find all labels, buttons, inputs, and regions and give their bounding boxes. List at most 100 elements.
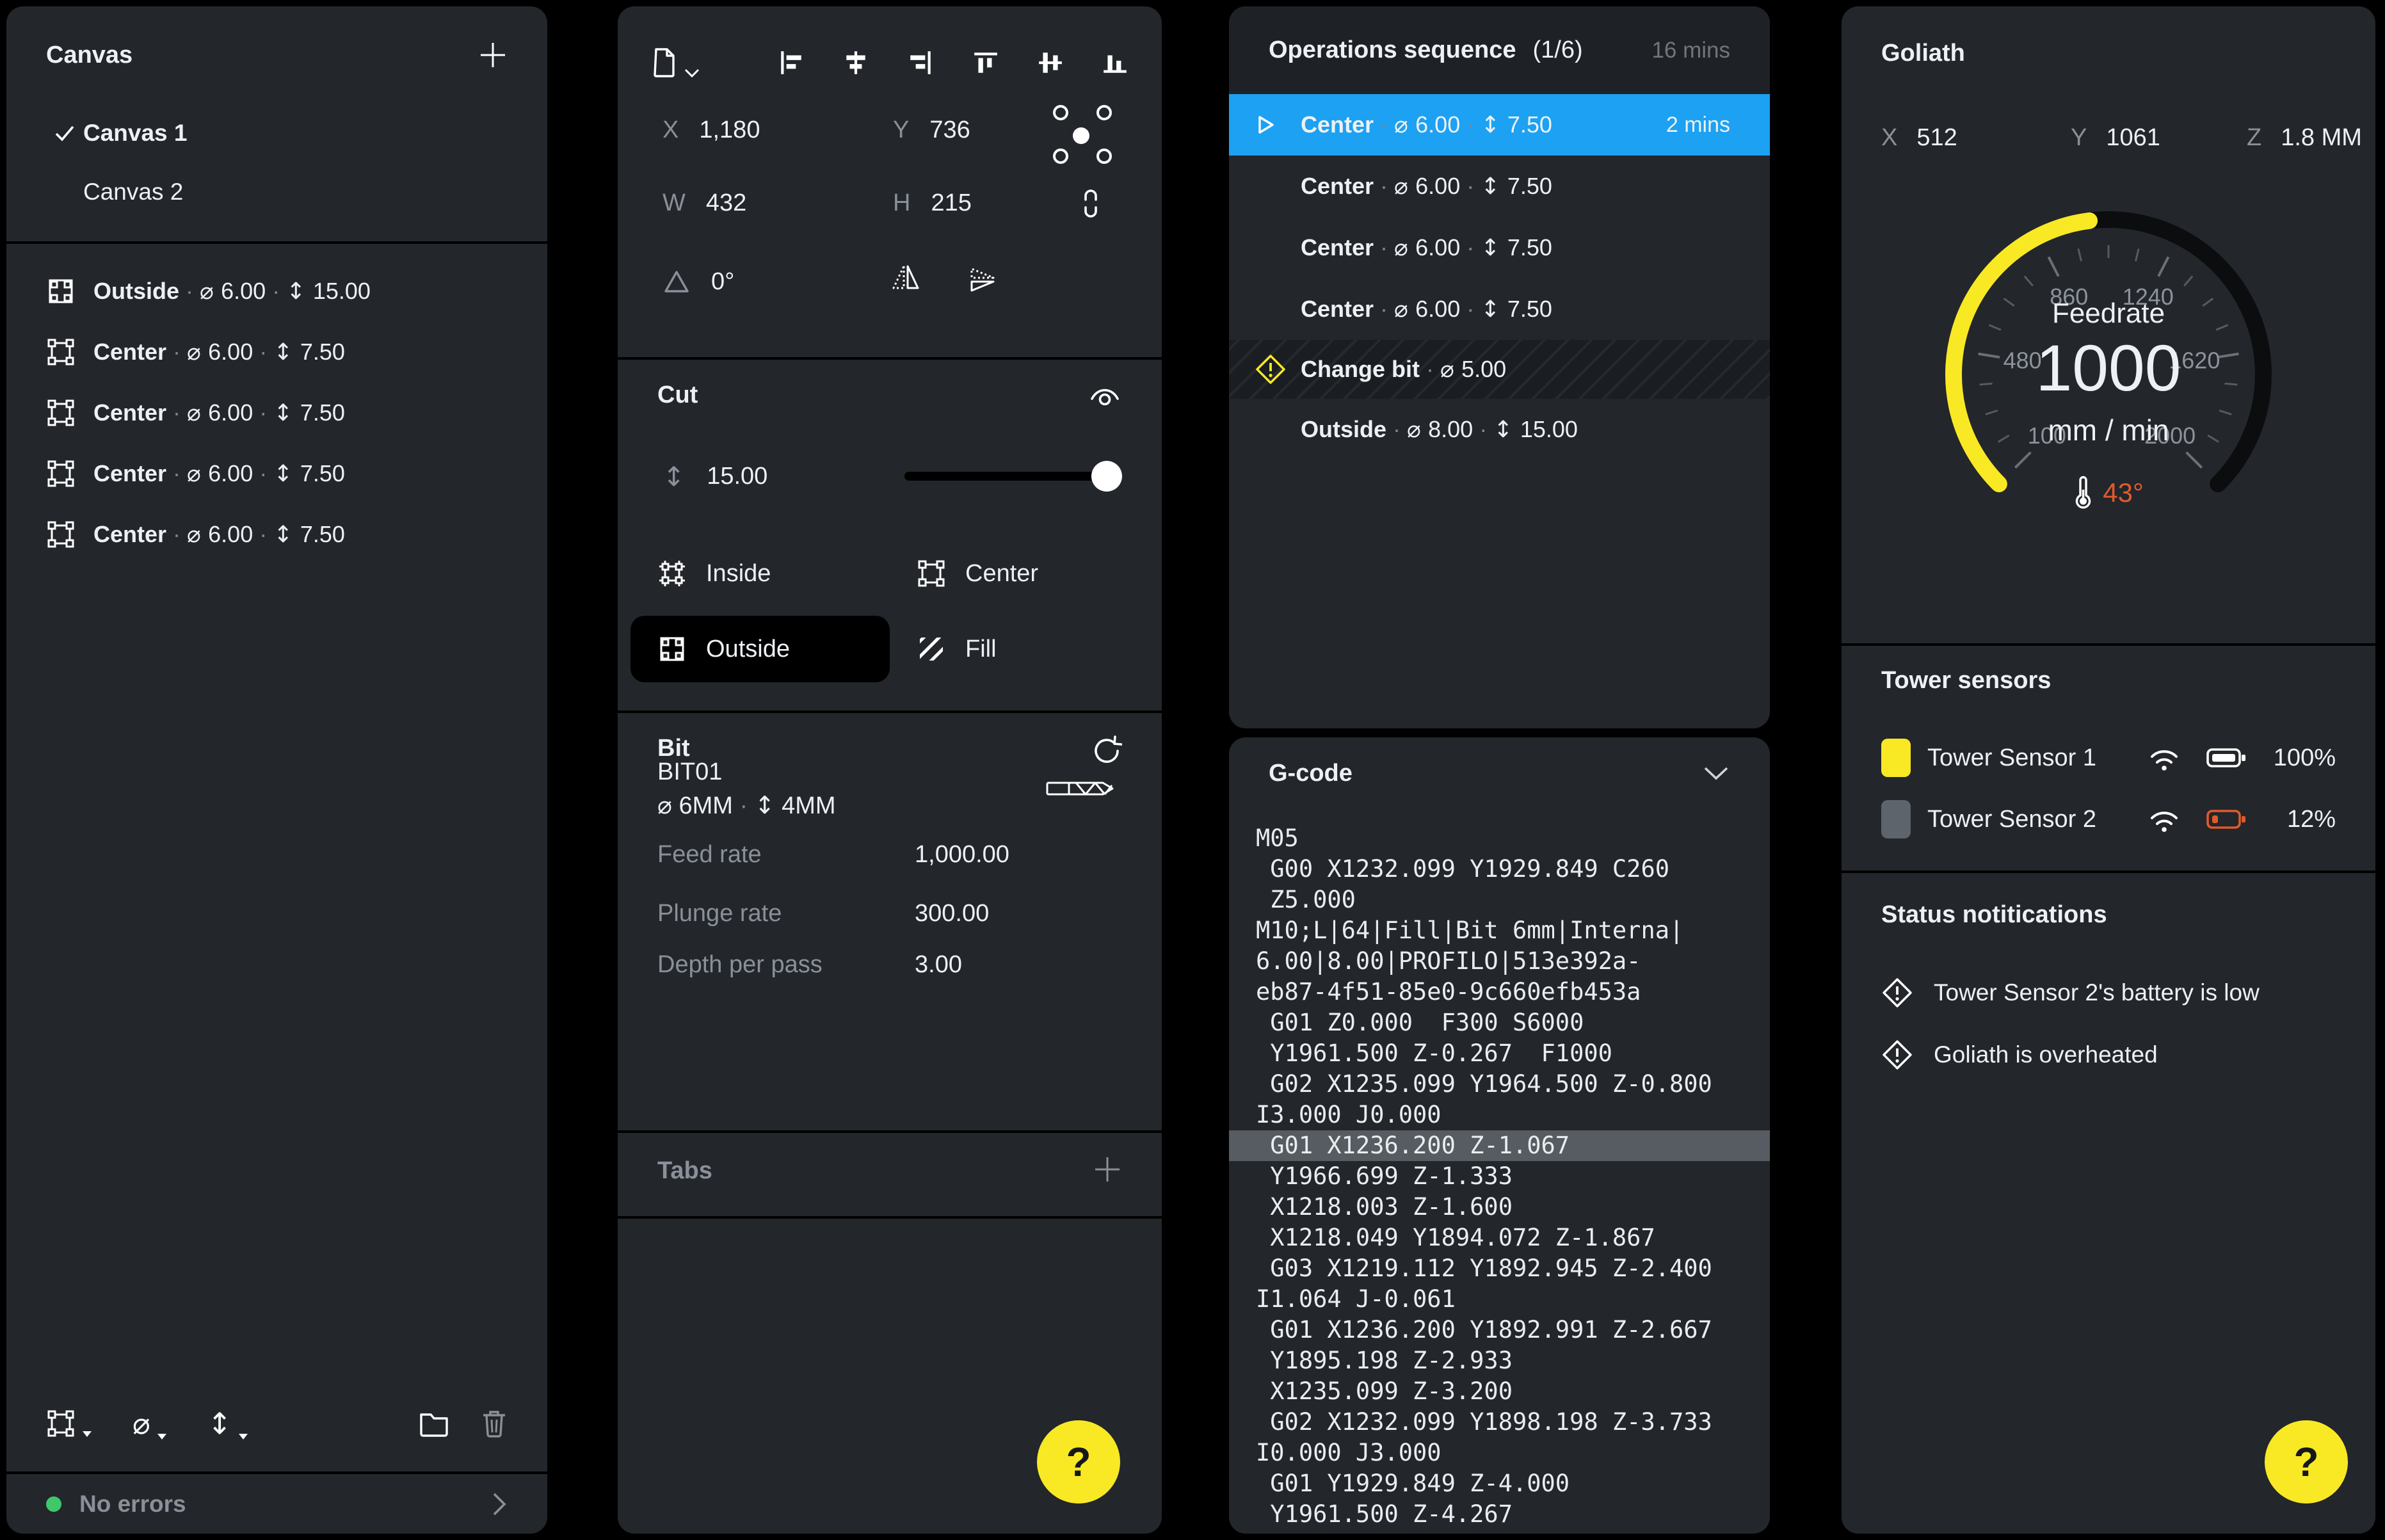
canvas-operation-item[interactable]: Center · ⌀ 6.00 · ↕ 7.50 xyxy=(46,504,508,565)
folder-button[interactable] xyxy=(418,1409,450,1438)
tower-sensor-row[interactable]: Tower Sensor 212% xyxy=(1881,790,2336,849)
cut-option-inside[interactable]: Inside xyxy=(630,540,890,607)
align-middle-vertical-button[interactable] xyxy=(1037,49,1064,76)
canvas-operation-item[interactable]: Center · ⌀ 6.00 · ↕ 7.50 xyxy=(46,443,508,504)
cut-depth-slider[interactable] xyxy=(904,456,1120,497)
bit-info[interactable]: BIT01 ⌀ 6MM · ↕ 4MM xyxy=(657,755,836,822)
gcode-line[interactable]: G00 X1232.099 Y1929.849 C260 xyxy=(1229,854,1770,885)
gcode-line[interactable]: G02 X1232.099 Y1898.198 Z-3.733 xyxy=(1229,1407,1770,1438)
gcode-line[interactable]: Y1961.500 Z-4.267 xyxy=(1229,1499,1770,1530)
feed-rate-value[interactable]: 1,000.00 xyxy=(915,841,1009,869)
file-export-dropdown[interactable] xyxy=(651,47,700,79)
gcode-line[interactable]: X1218.049 Y1894.072 Z-1.867 xyxy=(1229,1223,1770,1253)
help-button[interactable]: ? xyxy=(1037,1420,1120,1504)
canvas-operation-item[interactable]: Center · ⌀ 6.00 · ↕ 7.50 xyxy=(46,382,508,443)
gcode-line[interactable]: G01 X1236.200 Y1892.991 Z-2.667 xyxy=(1229,1315,1770,1345)
gcode-line[interactable]: G03 X1219.112 Y1892.945 Z-2.400 xyxy=(1229,1253,1770,1284)
gcode-line[interactable]: M10;L|64|Fill|Bit 6mm|Interna| xyxy=(1229,915,1770,946)
rotation-input[interactable]: 0° xyxy=(711,268,734,296)
gcode-line[interactable]: G01 Y1929.849 Z-4.000 xyxy=(1229,1468,1770,1499)
plunge-rate-value[interactable]: 300.00 xyxy=(915,900,989,927)
gauge-tick xyxy=(2135,249,2139,261)
frame-type-dropdown[interactable] xyxy=(46,1409,93,1438)
align-left-icon xyxy=(778,49,805,76)
sequence-item[interactable]: Center · ⌀ 6.00 · ↕ 7.50 xyxy=(1229,156,1770,217)
gcode-line[interactable]: I3.000 J0.000 xyxy=(1229,1100,1770,1130)
depth-icon: ↕ xyxy=(207,1406,232,1441)
sequence-item[interactable]: Change bit · ⌀ 5.00 xyxy=(1229,340,1770,399)
properties-empty-area: ? xyxy=(618,1219,1162,1534)
slider-track[interactable] xyxy=(904,472,1120,481)
gcode-line[interactable]: Y1966.699 Z-1.333 xyxy=(1229,1161,1770,1192)
gcode-line[interactable]: eb87-4f51-85e0-9c660efb453a xyxy=(1229,977,1770,1007)
y-input[interactable]: 736 xyxy=(929,116,970,144)
flip-vertical-button[interactable] xyxy=(967,264,993,296)
sequence-item[interactable]: Center · ⌀ 6.00 · ↕ 7.502 mins xyxy=(1229,94,1770,156)
sequence-item[interactable]: Center · ⌀ 6.00 · ↕ 7.50 xyxy=(1229,278,1770,340)
cut-option-center[interactable]: Center xyxy=(890,540,1149,607)
canvas-panel-title: Canvas xyxy=(46,42,132,69)
depth-dropdown[interactable]: ↕ xyxy=(207,1406,250,1441)
gcode-line[interactable]: M05 xyxy=(1229,823,1770,854)
gcode-line[interactable]: G01 Z0.000 F300 S6000 xyxy=(1229,1007,1770,1038)
sequence-item[interactable]: Outside · ⌀ 8.00 · ↕ 15.00 xyxy=(1229,399,1770,460)
constrain-proportions-icon[interactable] xyxy=(1079,184,1103,223)
gcode-line[interactable]: G02 X1235.099 Y1964.500 Z-0.800 xyxy=(1229,1069,1770,1100)
slider-handle[interactable] xyxy=(1091,461,1122,492)
width-input[interactable]: 432 xyxy=(706,189,746,217)
anchor-point-selector[interactable] xyxy=(1049,101,1116,168)
cut-option-fill[interactable]: Fill xyxy=(890,616,1149,682)
flip-horizontal-button[interactable] xyxy=(890,264,922,291)
gcode-header[interactable]: G-code xyxy=(1229,737,1770,809)
caret-down-icon xyxy=(81,1430,93,1438)
canvas-operation-item[interactable]: Center · ⌀ 6.00 · ↕ 7.50 xyxy=(46,321,508,382)
eye-icon xyxy=(1088,381,1122,408)
gcode-line[interactable]: Y1961.500 Z-0.267 F1000 xyxy=(1229,1038,1770,1069)
tower-sensors-title: Tower sensors xyxy=(1881,667,2051,694)
depth-per-pass-value[interactable]: 3.00 xyxy=(915,951,962,979)
align-center-horizontal-button[interactable] xyxy=(842,49,869,76)
gcode-line[interactable]: X1218.003 Z-1.600 xyxy=(1229,1192,1770,1223)
align-top-button[interactable] xyxy=(972,49,999,76)
canvas-item-2[interactable]: Canvas 2 xyxy=(46,163,508,221)
gcode-line[interactable]: Y1895.198 Z-2.933 xyxy=(1229,1345,1770,1376)
cut-depth-input[interactable]: 15.00 xyxy=(707,463,767,490)
status-bar[interactable]: No errors xyxy=(6,1474,547,1534)
gcode-line[interactable]: I1.064 J-0.061 xyxy=(1229,1284,1770,1315)
align-bottom-button[interactable] xyxy=(1102,49,1128,76)
canvas-item-1[interactable]: Canvas 1 xyxy=(46,104,508,163)
height-input[interactable]: 215 xyxy=(931,189,971,217)
notification-text: Goliath is overheated xyxy=(1934,1041,2158,1068)
gcode-line[interactable]: 6.00|8.00|PROFILO|513e392a- xyxy=(1229,946,1770,977)
tower-sensor-row[interactable]: Tower Sensor 1100% xyxy=(1881,728,2336,787)
gcode-line[interactable]: Z5.000 xyxy=(1229,885,1770,915)
feedrate-gauge: 100480860124016202000 Feedrate 1000 mm /… xyxy=(1904,189,2313,547)
frame-center-icon xyxy=(46,520,76,549)
cut-section: Cut ↕ 15.00 Inside Center Outside xyxy=(618,360,1162,710)
canvas-operation-item[interactable]: Outside · ⌀ 6.00 · ↕ 15.00 xyxy=(46,261,508,321)
cut-preview-button[interactable] xyxy=(1088,381,1122,408)
chevron-down-icon[interactable] xyxy=(1702,765,1730,782)
sensor-name: Tower Sensor 1 xyxy=(1927,744,2148,772)
status-notification-item[interactable]: Goliath is overheated xyxy=(1881,1025,2336,1084)
gcode-listing[interactable]: M05 G00 X1232.099 Y1929.849 C260 Z5.000M… xyxy=(1229,809,1770,1534)
add-canvas-button[interactable] xyxy=(478,40,508,70)
bit-reset-button[interactable] xyxy=(1090,735,1122,767)
gcode-line[interactable]: X1235.099 Z-3.200 xyxy=(1229,1376,1770,1407)
plunge-rate-label: Plunge rate xyxy=(657,900,915,927)
trash-button[interactable] xyxy=(481,1408,508,1439)
help-button[interactable]: ? xyxy=(2265,1420,2348,1504)
x-input[interactable]: 1,180 xyxy=(699,116,760,144)
operations-sequence-panel: Operations sequence (1/6) 16 mins Center… xyxy=(1229,6,1770,728)
gcode-line[interactable]: I0.000 J3.000 xyxy=(1229,1438,1770,1468)
frame-icon xyxy=(46,1409,76,1438)
gcode-line[interactable]: G01 X1236.200 Z-1.067 xyxy=(1229,1130,1770,1161)
sequence-item[interactable]: Center · ⌀ 6.00 · ↕ 7.50 xyxy=(1229,217,1770,278)
align-left-button[interactable] xyxy=(778,49,805,76)
align-right-button[interactable] xyxy=(907,49,934,76)
add-tab-button[interactable] xyxy=(1093,1155,1122,1184)
diameter-dropdown[interactable]: ⌀ xyxy=(132,1406,168,1441)
divider xyxy=(1842,870,2375,873)
cut-option-outside[interactable]: Outside xyxy=(630,616,890,682)
status-notification-item[interactable]: Tower Sensor 2's battery is low xyxy=(1881,963,2336,1022)
